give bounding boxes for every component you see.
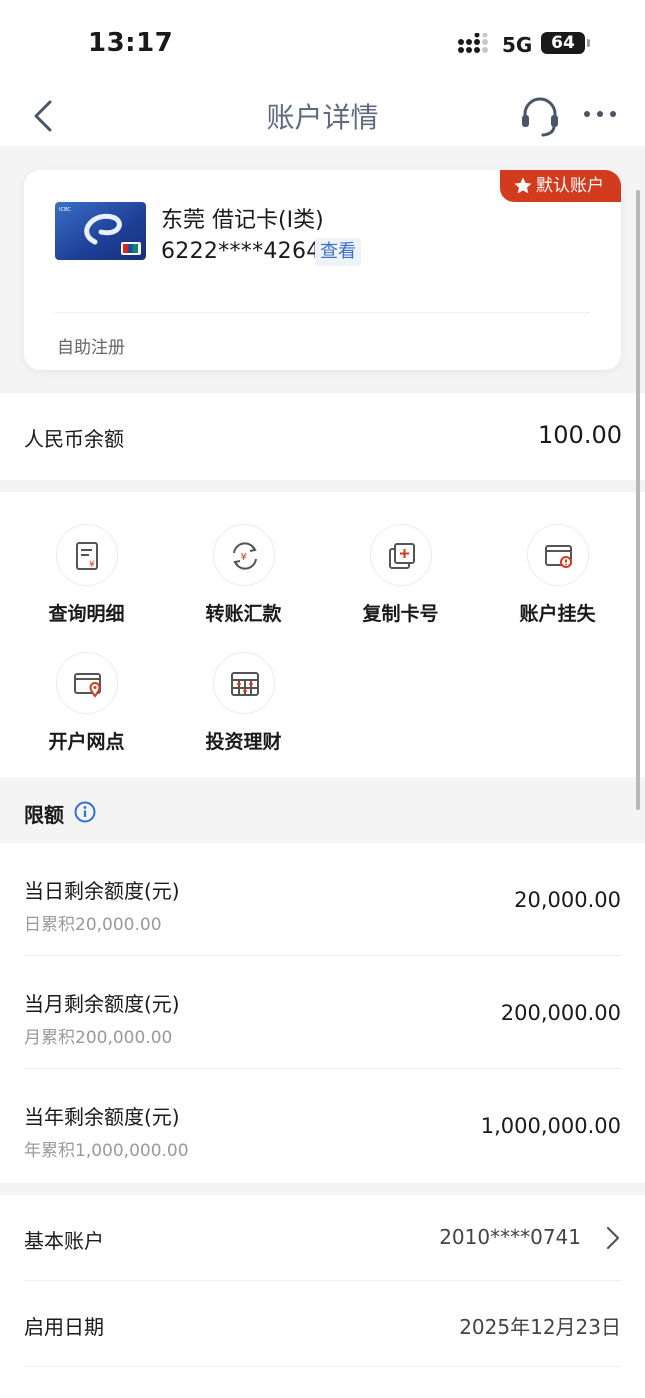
branch-location-icon — [74, 673, 101, 698]
more-options-icon[interactable] — [581, 102, 619, 126]
copy-card-icon-circle — [370, 524, 432, 586]
basic-account-row[interactable]: 基本账户 2010****0741 — [24, 1195, 621, 1281]
default-account-label: 默认账户 — [536, 176, 604, 196]
customer-service-icon[interactable] — [519, 94, 561, 138]
status-bar: 13:17 5G 64 — [0, 0, 645, 88]
status-time: 13:17 — [88, 28, 174, 58]
balance-row: 人民币余额 100.00 — [0, 393, 645, 480]
yearly-limit-row: 当年剩余额度(元) 年累积1,000,000.00 1,000,000.00 — [24, 1069, 621, 1182]
limit-title: 当月剩余额度(元) — [24, 992, 180, 1016]
action-statement[interactable]: ¥ 查询明细 — [8, 492, 165, 625]
card-number: 6222****4264 — [161, 239, 321, 264]
report-loss-icon-circle — [527, 524, 589, 586]
investment-icon — [231, 672, 259, 696]
limits-list: 当日剩余额度(元) 日累积20,000.00 20,000.00 当月剩余额度(… — [0, 843, 645, 1183]
limit-accumulated: 月累积200,000.00 — [24, 1028, 173, 1048]
action-label: 复制卡号 — [362, 603, 439, 625]
transfer-icon: ¥ — [233, 542, 257, 570]
limit-accumulated: 日累积20,000.00 — [24, 915, 162, 935]
limit-title: 当日剩余额度(元) — [24, 879, 180, 903]
copy-card-icon — [389, 543, 415, 569]
action-investment[interactable]: 投资理财 — [165, 620, 322, 753]
balance-label: 人民币余额 — [24, 427, 124, 451]
statement-icon-circle: ¥ — [56, 524, 118, 586]
limit-accumulated: 年累积1,000,000.00 — [24, 1141, 189, 1161]
info-value: 2025年12月23日 — [459, 1315, 621, 1339]
limit-value: 20,000.00 — [514, 888, 621, 912]
account-card[interactable]: 默认账户 ICBC 东莞 借记卡(Ⅰ类) 6222****4264 查看 自助注… — [24, 170, 621, 370]
action-label: 投资理财 — [205, 731, 282, 753]
daily-limit-row: 当日剩余额度(元) 日累积20,000.00 20,000.00 — [24, 843, 621, 956]
action-grid: ¥ 查询明细 ¥ 转账汇款 复制卡号 账户挂失 开户网点 投资理财 — [0, 492, 645, 777]
report-loss-icon — [545, 545, 572, 568]
info-label: 基本账户 — [24, 1229, 104, 1253]
registration-type: 自助注册 — [57, 338, 125, 358]
view-card-number-button[interactable]: 查看 — [315, 238, 361, 266]
action-copy-card-number[interactable]: 复制卡号 — [322, 492, 479, 625]
balance-value: 100.00 — [538, 421, 622, 449]
svg-text:ICBC: ICBC — [59, 207, 71, 213]
action-branch-location[interactable]: 开户网点 — [8, 620, 165, 753]
limits-title: 限额 — [24, 803, 64, 827]
network-type: 5G — [502, 33, 533, 57]
limit-value: 1,000,000.00 — [480, 1114, 621, 1138]
limit-value: 200,000.00 — [500, 1001, 621, 1025]
action-transfer[interactable]: ¥ 转账汇款 — [165, 492, 322, 625]
chevron-right-icon — [606, 1226, 620, 1250]
scrollbar[interactable] — [636, 190, 640, 810]
action-label: 开户网点 — [48, 731, 125, 753]
limit-title: 当年剩余额度(元) — [24, 1105, 180, 1129]
card-name: 东莞 借记卡(Ⅰ类) — [161, 208, 324, 233]
navigation-bar: 账户详情 — [0, 88, 645, 146]
statement-icon: ¥ — [76, 542, 98, 570]
bank-card-image: ICBC — [55, 202, 146, 260]
card-section: 默认账户 ICBC 东莞 借记卡(Ⅰ类) 6222****4264 查看 自助注… — [0, 146, 645, 393]
branch-location-icon-circle — [56, 652, 118, 714]
cellular-signal-icon — [458, 33, 488, 53]
battery-tip — [587, 39, 590, 47]
svg-text:¥: ¥ — [89, 560, 95, 570]
info-label: 启用日期 — [24, 1315, 104, 1339]
transfer-icon-circle: ¥ — [213, 524, 275, 586]
action-report-loss[interactable]: 账户挂失 — [479, 492, 636, 625]
card-divider — [55, 312, 590, 313]
battery-icon: 64 — [541, 32, 585, 54]
svg-text:¥: ¥ — [241, 552, 247, 563]
monthly-limit-row: 当月剩余额度(元) 月累积200,000.00 200,000.00 — [24, 956, 621, 1069]
limits-header: 限额 — [0, 777, 645, 843]
info-value: 2010****0741 — [439, 1225, 581, 1249]
investment-icon-circle — [213, 652, 275, 714]
default-account-badge: 默认账户 — [500, 170, 621, 202]
row-divider — [24, 1366, 621, 1367]
action-label: 账户挂失 — [519, 603, 596, 625]
activation-date-row: 启用日期 2025年12月23日 — [24, 1281, 621, 1367]
info-icon[interactable] — [74, 801, 96, 823]
account-info-list: 基本账户 2010****0741 启用日期 2025年12月23日 — [0, 1195, 645, 1398]
star-icon — [514, 177, 532, 194]
